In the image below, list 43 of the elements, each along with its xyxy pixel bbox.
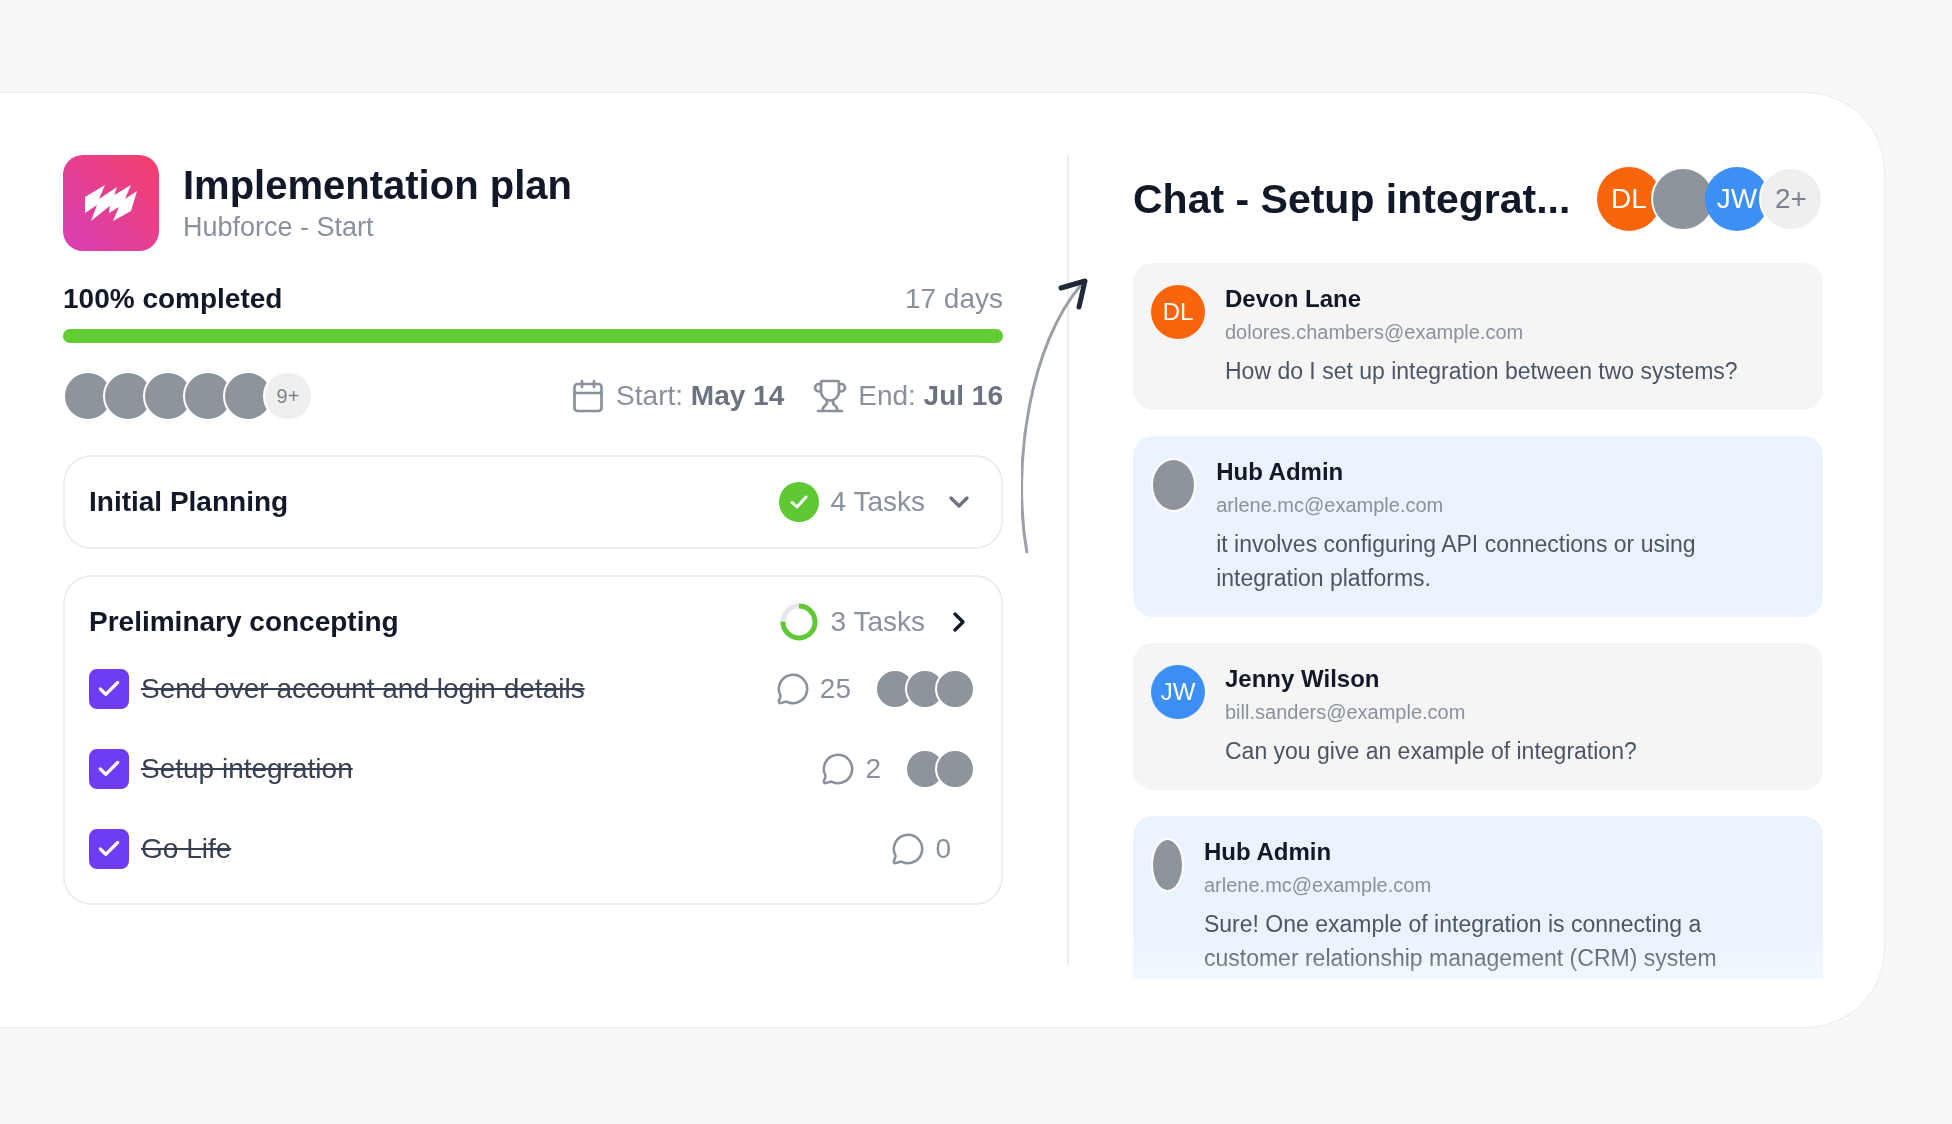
sender-email: dolores.chambers@example.com	[1225, 321, 1525, 344]
task-title: Setup integration	[141, 753, 354, 785]
message-text: Can you give an example of integration?	[1225, 737, 1637, 766]
task-title: Send over account and login details	[141, 673, 586, 705]
avatar: JW	[1151, 665, 1205, 719]
comment-count: 0	[935, 833, 951, 865]
task-title: Go Life	[141, 833, 233, 865]
message-text: Sure! One example of integration is connecting a customer relationship management (CRM) system	[1204, 910, 1718, 973]
avatar-photo	[1151, 458, 1197, 512]
section-title: Preliminary concepting	[89, 606, 400, 638]
checkbox[interactable]	[89, 749, 129, 789]
logo-icon	[63, 155, 159, 251]
comment-count: 25	[819, 673, 851, 705]
checkbox[interactable]	[89, 669, 129, 709]
avatar: DL	[1151, 285, 1205, 339]
progress-label: 100% completed	[63, 283, 283, 315]
sender-name: Hub Admin	[1204, 838, 1333, 866]
end-date: End: Jul 16	[858, 380, 1003, 412]
sender-name: Devon Lane	[1225, 285, 1363, 313]
message-text: it involves configuring API connections or using integration platforms.	[1216, 530, 1697, 593]
section-title: Initial Planning	[89, 486, 290, 518]
message-text: How do I set up integration between two systems?	[1225, 357, 1738, 386]
task-count: 4 Tasks	[830, 486, 925, 518]
checkbox[interactable]	[89, 829, 129, 869]
avatar-photo	[1151, 838, 1184, 892]
sender-name: Jenny Wilson	[1225, 665, 1381, 693]
speech-bubble-icon	[821, 752, 856, 786]
duration: 17 days	[904, 283, 1003, 315]
sender-email: arlene.mc@example.com	[1216, 494, 1445, 517]
task-count: 3 Tasks	[830, 606, 925, 638]
comment-count: 2	[865, 753, 881, 785]
plan-subtitle: Hubforce - Start	[183, 212, 375, 243]
speech-bubble-icon	[775, 672, 810, 706]
sender-email: bill.sanders@example.com	[1225, 701, 1467, 724]
start-date: Start: May 14	[616, 380, 785, 412]
more-count: 9+	[263, 371, 313, 421]
sender-email: arlene.mc@example.com	[1204, 874, 1433, 897]
more-count: 2+	[1759, 167, 1823, 231]
trophy-icon	[812, 378, 849, 414]
chat-title: Chat - Setup integrat...	[1133, 175, 1571, 223]
plan-title: Implementation plan	[183, 163, 572, 208]
sender-name: Hub Admin	[1216, 458, 1345, 486]
speech-bubble-icon	[891, 832, 926, 866]
